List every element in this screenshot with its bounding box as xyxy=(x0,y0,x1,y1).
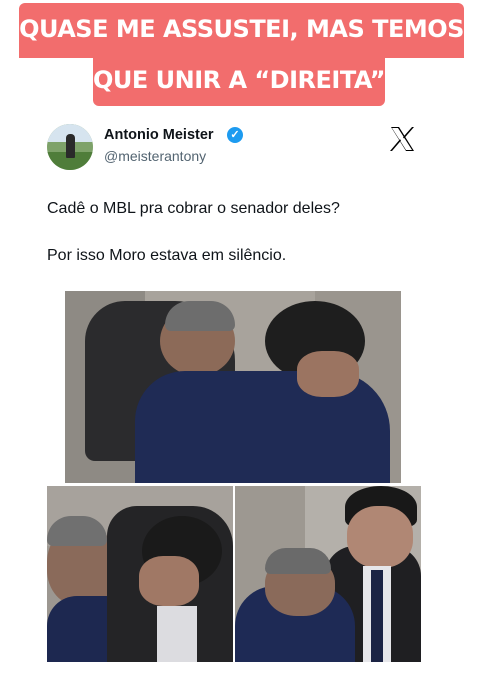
tweet-card[interactable]: Antonio Meister ✓ @meisterantony Cadê o … xyxy=(37,116,440,676)
author-name[interactable]: Antonio Meister xyxy=(104,127,214,143)
smile-photo-bottom-right[interactable] xyxy=(235,486,421,662)
hug-photo-top[interactable] xyxy=(65,291,401,483)
tweet-text-line-1: Cadê o MBL pra cobrar o senador deles? xyxy=(47,200,340,217)
x-logo-icon[interactable] xyxy=(387,124,417,154)
verified-badge-icon: ✓ xyxy=(227,127,243,143)
hug-photo-bottom-left[interactable] xyxy=(47,486,233,662)
caption-line-1: QUASE ME ASSUSTEI, MAS TEMOS xyxy=(19,3,464,58)
author-avatar[interactable] xyxy=(47,124,93,170)
tweet-text-line-2: Por isso Moro estava em silêncio. xyxy=(47,247,287,264)
author-handle[interactable]: @meisterantony xyxy=(104,148,206,164)
caption-line-2: QUE UNIR A “DIREITA” xyxy=(93,56,386,106)
